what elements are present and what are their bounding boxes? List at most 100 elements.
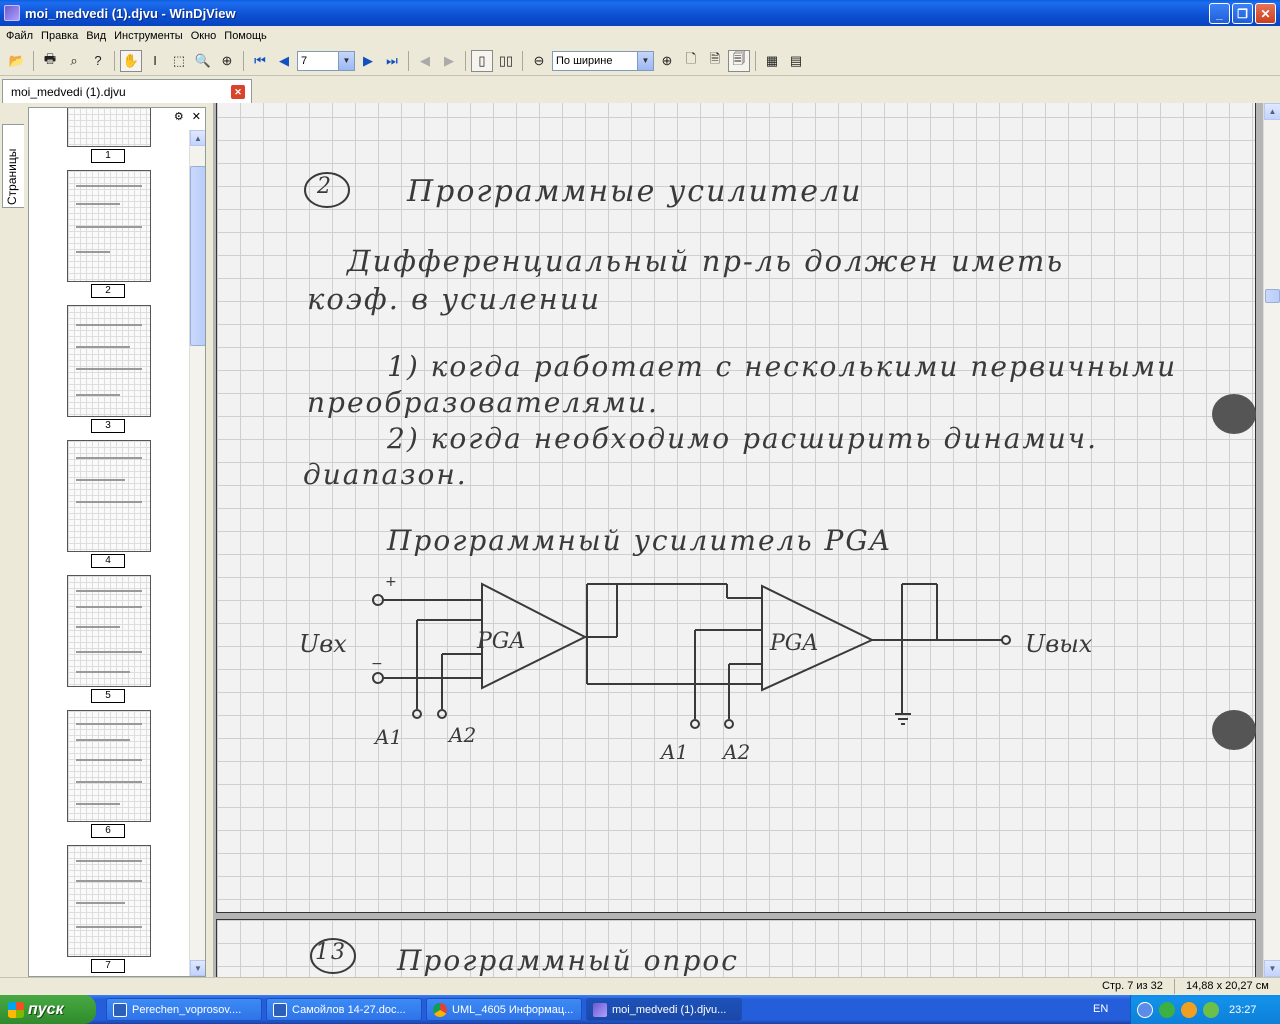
- clock: 23:27: [1229, 1003, 1257, 1016]
- menu-edit[interactable]: Правка: [37, 30, 82, 42]
- title-bar: moi_medvedi (1).djvu - WinDjView _ ❐ ✕: [0, 0, 1280, 26]
- thumbnail-scrollbar[interactable]: ▲ ▼: [189, 130, 205, 976]
- chevron-down-icon[interactable]: ▼: [637, 51, 653, 70]
- windows-flag-icon: [8, 1001, 24, 1018]
- zoom-out-icon[interactable]: ⊖: [528, 50, 550, 72]
- display-mode-icon[interactable]: ▦: [761, 50, 783, 72]
- document-tab-label: moi_medvedi (1).djvu: [11, 84, 126, 99]
- scroll-up-icon[interactable]: ▲: [1264, 103, 1280, 120]
- page-thumbnail[interactable]: [67, 108, 151, 147]
- menu-window[interactable]: Окно: [187, 30, 221, 42]
- chevron-down-icon[interactable]: ▼: [338, 51, 354, 70]
- heading-number: 13: [315, 940, 347, 965]
- gear-icon[interactable]: ⚙: [174, 110, 184, 123]
- back-arrow-icon[interactable]: [1137, 1001, 1153, 1018]
- page-thumbnail-number: 7: [91, 959, 125, 973]
- taskbar-item[interactable]: Perechen_voprosov....: [106, 998, 262, 1021]
- thumbnail-panel: ⚙ ✕ 1 2 3 4 5 6 7 ▲ ▼: [28, 107, 206, 977]
- word-doc-icon: [113, 1002, 127, 1017]
- language-indicator[interactable]: EN: [1093, 1003, 1108, 1015]
- close-button[interactable]: ✕: [1255, 3, 1276, 24]
- settings-icon[interactable]: ▤: [785, 50, 807, 72]
- a2-label: A2: [447, 723, 476, 747]
- find-icon[interactable]: ⌕: [63, 50, 85, 72]
- zoom-icon[interactable]: 🔍: [192, 50, 214, 72]
- clover-icon[interactable]: [1203, 1001, 1219, 1018]
- taskbar-item[interactable]: UML_4605 Информац...: [426, 998, 582, 1021]
- taskbar-item[interactable]: Самойлов 14-27.doc...: [266, 998, 422, 1021]
- scrollbar-thumb[interactable]: [190, 166, 205, 346]
- page-thumbnail-number: 6: [91, 824, 125, 838]
- page-thumbnail[interactable]: [67, 305, 151, 417]
- download-icon[interactable]: [1159, 1001, 1175, 1018]
- page-thumbnail[interactable]: [67, 170, 151, 282]
- text-line: Дифференциальный пр-ль должен иметь: [347, 244, 1065, 278]
- scroll-down-icon[interactable]: ▼: [190, 960, 205, 976]
- menu-file[interactable]: Файл: [2, 30, 37, 42]
- document-tab[interactable]: moi_medvedi (1).djvu ✕: [2, 79, 252, 103]
- next-page-icon[interactable]: ▶: [357, 50, 379, 72]
- zoom-in-icon[interactable]: ⊕: [656, 50, 678, 72]
- network-icon[interactable]: [1181, 1001, 1197, 1018]
- menu-tools[interactable]: Инструменты: [110, 30, 187, 42]
- back-icon[interactable]: ◀: [414, 50, 436, 72]
- text-line: диапазон.: [303, 458, 468, 491]
- page-info: Стр. 7 из 32: [1102, 980, 1163, 992]
- input-label: Uвх: [299, 630, 347, 658]
- a1-label: A1: [659, 740, 688, 764]
- taskbar-item[interactable]: moi_medvedi (1).djvu...: [586, 998, 742, 1021]
- print-icon[interactable]: 🖶: [39, 50, 61, 72]
- last-page-icon[interactable]: ⏭: [381, 50, 403, 72]
- punch-hole: [1212, 710, 1256, 750]
- forward-icon[interactable]: ▶: [438, 50, 460, 72]
- page-size: 14,88 x 20,27 см: [1186, 980, 1269, 992]
- maximize-button[interactable]: ❐: [1232, 3, 1253, 24]
- tab-bar: moi_medvedi (1).djvu ✕: [0, 79, 1280, 103]
- page-thumbnail[interactable]: [67, 575, 151, 687]
- menu-help[interactable]: Помощь: [220, 30, 271, 42]
- fit-page-icon[interactable]: 🗋: [680, 50, 702, 72]
- scroll-up-icon[interactable]: ▲: [190, 130, 205, 146]
- windjview-icon: [593, 1002, 607, 1017]
- menu-bar: Файл Правка Вид Инструменты Окно Помощь: [0, 26, 1280, 45]
- taskbar-item-label: Самойлов 14-27.doc...: [292, 1003, 406, 1016]
- text-select-icon[interactable]: I: [144, 50, 166, 72]
- start-button[interactable]: пуск: [0, 995, 96, 1024]
- fit-width-icon[interactable]: 🗎: [704, 50, 726, 72]
- menu-view[interactable]: Вид: [82, 30, 110, 42]
- page-thumbnail-number: 3: [91, 419, 125, 433]
- page-thumbnail-number: 2: [91, 284, 125, 298]
- open-icon[interactable]: 📂: [6, 50, 28, 72]
- rect-select-icon[interactable]: ⬚: [168, 50, 190, 72]
- document-scrollbar[interactable]: ▲ ▼: [1263, 103, 1280, 977]
- prev-page-icon[interactable]: ◀: [273, 50, 295, 72]
- hand-tool-icon[interactable]: ✋: [120, 49, 142, 72]
- minimize-button[interactable]: _: [1209, 3, 1230, 24]
- plus-sign: +: [385, 574, 397, 590]
- document-page-next: 13 Программный опрос: [216, 919, 1256, 977]
- close-icon[interactable]: ✕: [192, 110, 201, 123]
- a2-label: A2: [721, 740, 750, 764]
- close-tab-icon[interactable]: ✕: [231, 85, 245, 99]
- text-line: 2) когда необходимо расширить динамич.: [387, 422, 1099, 455]
- scroll-down-icon[interactable]: ▼: [1264, 960, 1280, 977]
- window-title: moi_medvedi (1).djvu - WinDjView: [25, 5, 236, 21]
- actual-size-icon[interactable]: 🗐: [728, 49, 750, 72]
- zoom-rect-icon[interactable]: ⊕: [216, 50, 238, 72]
- scrollbar-thumb[interactable]: [1265, 289, 1280, 303]
- page-thumbnail[interactable]: [67, 440, 151, 552]
- text-line: преобразователями.: [307, 386, 659, 419]
- status-bar: Стр. 7 из 32 14,88 x 20,27 см: [0, 977, 1280, 995]
- single-page-icon[interactable]: ▯: [471, 49, 493, 72]
- toolbar: 📂 🖶 ⌕ ? ✋ I ⬚ 🔍 ⊕ ⏮ ◀ 7 ▼ ▶ ⏭ ◀ ▶ ▯ ▯▯ ⊖…: [0, 46, 1280, 76]
- help-icon[interactable]: ?: [87, 50, 109, 72]
- document-page: 2 Программные усилители Дифференциальный…: [216, 103, 1256, 913]
- first-page-icon[interactable]: ⏮: [249, 50, 271, 72]
- page-thumbnail[interactable]: [67, 710, 151, 822]
- document-view[interactable]: 2 Программные усилители Дифференциальный…: [213, 103, 1263, 977]
- two-page-icon[interactable]: ▯▯: [495, 50, 517, 72]
- page-thumbnail[interactable]: [67, 845, 151, 957]
- pages-side-tab[interactable]: Страницы: [2, 124, 24, 208]
- page-number-combo[interactable]: 7 ▼: [297, 50, 355, 71]
- zoom-combo[interactable]: По ширине ▼: [552, 50, 654, 71]
